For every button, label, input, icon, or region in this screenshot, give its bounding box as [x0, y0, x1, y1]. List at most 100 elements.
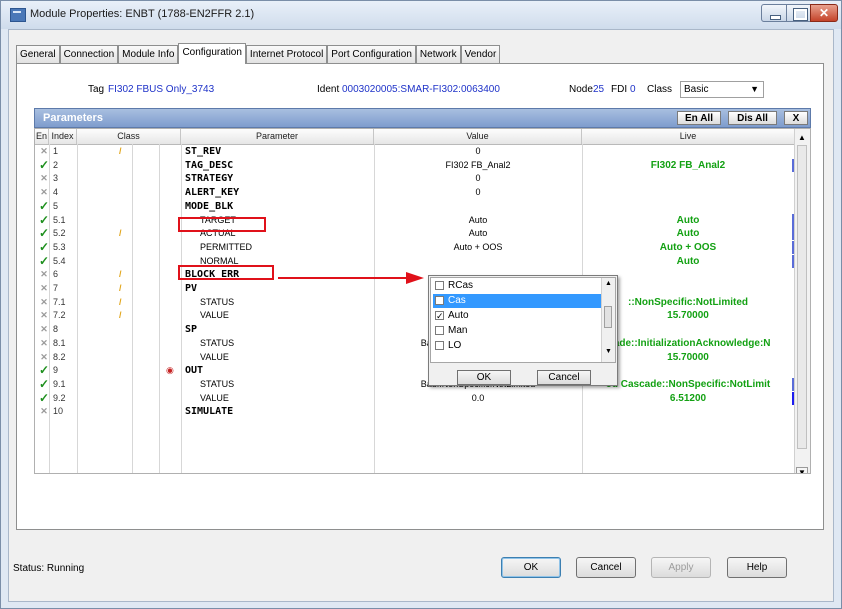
scroll-thumb[interactable] [604, 306, 612, 328]
enable-toggle[interactable]: ✕ [37, 172, 51, 185]
table-row[interactable]: ✕8.1STATUSBad::NonSpecific:NotLimitedlca… [35, 337, 795, 350]
popup-cancel-button[interactable]: Cancel [537, 370, 591, 385]
device-info-bar: Tag FI302 FBUS Only_3743 Ident 000302000… [18, 80, 818, 102]
enable-toggle[interactable]: ✓ [37, 227, 51, 240]
ok-button[interactable]: OK [501, 557, 561, 578]
table-row[interactable]: ✕ 7.2/VALUE 15.70000 [35, 309, 795, 322]
mode-option-lo[interactable]: LO [433, 339, 603, 353]
enable-toggle[interactable]: ✓ [37, 214, 51, 227]
table-row[interactable]: ✕ 4 ALERT_KEY 0 [35, 186, 795, 199]
enable-toggle[interactable]: ✕ [37, 337, 51, 350]
checkbox[interactable] [435, 281, 444, 290]
col-header-index[interactable]: Index [49, 129, 77, 144]
scroll-down-icon[interactable]: ▼ [796, 467, 808, 473]
scroll-up-icon[interactable]: ▲ [798, 133, 806, 142]
mode-option-man[interactable]: Man [433, 324, 603, 338]
parameter-value[interactable]: 0.0 [375, 392, 581, 405]
scroll-down-icon[interactable]: ▼ [605, 348, 612, 355]
table-row[interactable]: ✕ 1 / ST_REV 0 [35, 145, 795, 158]
enable-toggle[interactable]: ✓ [37, 241, 51, 254]
minimize-button[interactable] [761, 4, 787, 22]
table-row[interactable]: ✓ 5.3 PERMITTED Auto + OOS Auto + OOS [35, 240, 795, 254]
table-row[interactable]: ✓9.1➧STATUSBad::NonSpecific:NotLimitedod… [35, 377, 795, 391]
apply-button[interactable]: Apply [651, 557, 711, 578]
tab-connection[interactable]: Connection [59, 45, 119, 63]
table-row[interactable]: ✓9.2➧VALUE0.06.51200 [35, 391, 795, 405]
enable-toggle[interactable]: ✕ [37, 145, 51, 158]
enable-all-button[interactable]: En All [677, 111, 721, 125]
mode-checklist: RCas ✓ Cas ✓ Auto Man LO ▲ ▼ [430, 277, 616, 363]
enable-toggle[interactable]: ✓ [37, 159, 51, 172]
checkbox[interactable]: ✓ [435, 296, 444, 306]
checkbox[interactable] [435, 341, 444, 350]
maximize-button[interactable] [786, 4, 811, 22]
parameter-value[interactable]: 0 [375, 172, 581, 185]
cancel-button[interactable]: Cancel [576, 557, 636, 578]
parameter-value[interactable]: 0 [375, 145, 581, 158]
enable-toggle[interactable]: ✕ [37, 405, 51, 418]
live-value: Auto + OOS [659, 241, 717, 253]
tab-configuration[interactable]: Configuration [178, 43, 246, 64]
enable-toggle[interactable]: ✕ [37, 186, 51, 199]
table-row[interactable]: ✓ 2 TAG_DESC FI302 FB_Anal2 FI302 FB_Anal2 [35, 158, 795, 172]
enable-toggle[interactable]: ✓ [37, 392, 51, 405]
table-row[interactable]: ✕ 8 SP [35, 323, 795, 336]
pencil-icon: / [119, 228, 122, 239]
tab-port-configuration[interactable]: Port Configuration [327, 45, 416, 63]
parameters-panel-header: Parameters En All Dis All X [34, 108, 811, 128]
close-window-button[interactable] [810, 4, 838, 22]
enable-toggle[interactable]: ✕ [37, 268, 51, 281]
enable-toggle[interactable]: ✕ [37, 351, 51, 364]
enable-toggle[interactable]: ✕ [37, 282, 51, 295]
col-header-value[interactable]: Value [374, 129, 582, 144]
col-header-live[interactable]: Live [582, 129, 795, 144]
row-index: 3 [53, 173, 59, 184]
checkbox[interactable] [435, 326, 444, 335]
parameter-value[interactable]: Auto [375, 214, 581, 227]
scroll-up-icon[interactable]: ▲ [605, 280, 612, 287]
mode-option-auto[interactable]: ✓ Auto [433, 309, 603, 323]
enable-toggle[interactable]: ✓ [37, 255, 51, 268]
table-row[interactable]: ✕8.2VALUE0.015.70000 [35, 351, 795, 364]
table-row[interactable]: ✕ 3 STRATEGY 0 [35, 172, 795, 185]
tab-module-info[interactable]: Module Info [118, 45, 179, 63]
tab-internet-protocol[interactable]: Internet Protocol [245, 45, 328, 63]
parameter-value[interactable]: 0 [375, 186, 581, 199]
parameter-value[interactable]: FI302 FB_Anal2 [375, 159, 581, 172]
class-dropdown[interactable]: Basic ▼ [680, 81, 764, 98]
table-row[interactable]: ✕7.1/STATUSBad::NonSpecific:NotLimited [35, 296, 795, 309]
row-index: 2 [53, 159, 59, 170]
parameter-value[interactable]: Auto + OOS [375, 241, 581, 254]
tab-general[interactable]: General [16, 45, 60, 63]
col-header-class[interactable]: Class [77, 129, 181, 144]
tab-strip: General Connection Module Info Configura… [16, 43, 501, 64]
enable-toggle[interactable]: ✓ [37, 378, 51, 391]
enable-toggle[interactable]: ✕ [37, 323, 51, 336]
mode-option-rcas[interactable]: RCas [433, 279, 603, 293]
col-header-en[interactable]: En [35, 129, 49, 144]
table-row[interactable]: ✕ 10 SIMULATE [35, 405, 795, 418]
enable-toggle[interactable]: ✓ [37, 200, 51, 213]
help-button[interactable]: Help [727, 557, 787, 578]
popup-scrollbar[interactable]: ▲ ▼ [601, 278, 615, 362]
checkbox[interactable]: ✓ [435, 311, 444, 321]
mode-option-cas[interactable]: ✓ Cas [433, 294, 603, 308]
disable-all-button[interactable]: Dis All [728, 111, 777, 125]
table-row[interactable]: ✓ 5.1 TARGET Auto Auto [35, 213, 795, 227]
tab-network[interactable]: Network [415, 45, 461, 63]
tab-vendor[interactable]: Vendor [460, 45, 501, 63]
table-row[interactable]: ✓9➧◉OUT [35, 364, 795, 377]
enable-toggle[interactable]: ✓ [37, 364, 51, 377]
grid-vertical-scrollbar[interactable]: ▲ ▼ [794, 129, 810, 473]
close-panel-button[interactable]: X [784, 111, 808, 125]
table-row[interactable]: ✓ 5.2/ACTUAL Auto Auto [35, 227, 795, 241]
enable-toggle[interactable]: ✕ [37, 296, 51, 309]
title-bar[interactable]: Module Properties: ENBT (1788-EN2FFR 2.1… [1, 1, 841, 29]
enable-toggle[interactable]: ✕ [37, 309, 51, 322]
table-row[interactable]: ✓ 5.4 NORMAL Auto [35, 254, 795, 268]
scroll-thumb[interactable] [797, 145, 807, 449]
popup-ok-button[interactable]: OK [457, 370, 511, 385]
col-header-parameter[interactable]: Parameter [181, 129, 374, 144]
table-row[interactable]: ✓ 5 MODE_BLK [35, 200, 795, 213]
parameter-value[interactable]: Auto [375, 227, 581, 240]
